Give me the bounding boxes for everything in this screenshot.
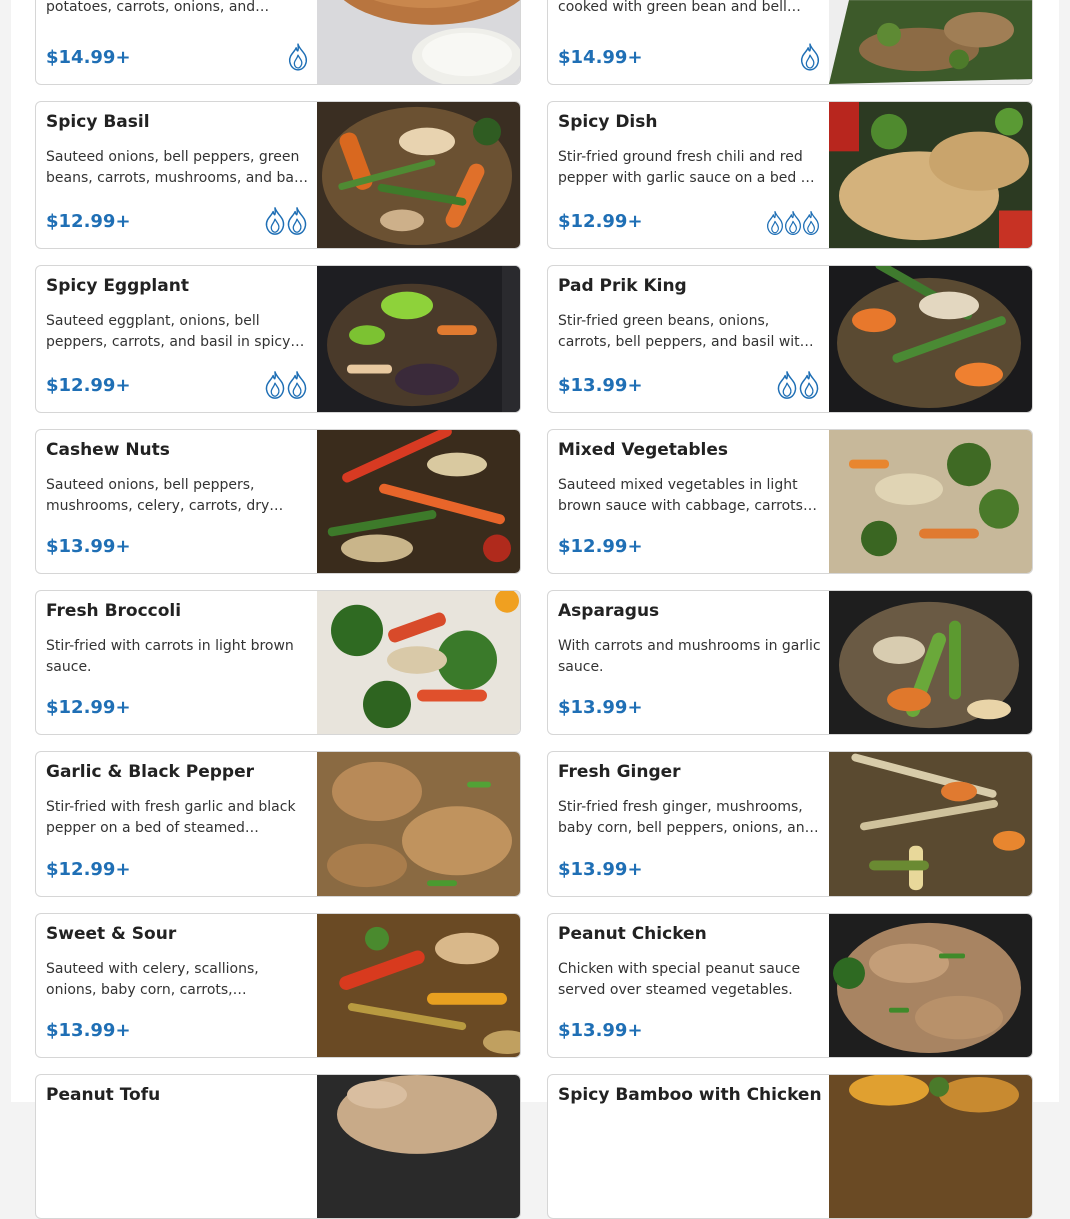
- item-description: With carrots and mushrooms in garlic sau…: [558, 638, 821, 675]
- item-description: Stir-fried green beans, onions, carrots,…: [558, 313, 814, 350]
- item-description: Sauteed with celery, scallions, onions, …: [46, 961, 259, 998]
- item-title: Peanut Chicken: [558, 924, 707, 944]
- dish-photo: [829, 266, 1032, 412]
- chili-flame-icon: [802, 210, 819, 236]
- menu-item-card[interactable]: Spicy Dish Stir-fried ground fresh chili…: [547, 101, 1033, 249]
- item-price: $12.99+: [46, 211, 131, 232]
- dish-photo: [317, 591, 520, 734]
- item-title: Spicy Eggplant: [46, 276, 189, 296]
- item-title: Mixed Vegetables: [558, 440, 729, 460]
- item-title: Pad Prik King: [558, 276, 687, 296]
- item-price: $13.99+: [46, 1020, 131, 1041]
- item-price: $14.99+: [558, 47, 643, 68]
- item-title: Fresh Ginger: [558, 762, 681, 782]
- item-price: $12.99+: [46, 697, 131, 718]
- chili-flame-icon: [784, 210, 801, 236]
- item-description: cooked with green bean and bell…: [558, 0, 801, 15]
- menu-item-card[interactable]: Cashew Nuts Sauteed onions, bell peppers…: [35, 429, 521, 574]
- spice-level: [265, 206, 309, 236]
- menu-item-card[interactable]: Garlic & Black Pepper Stir-fried with fr…: [35, 751, 521, 897]
- dish-photo: [317, 0, 520, 84]
- chili-flame-icon: [800, 43, 819, 71]
- item-price: $12.99+: [558, 211, 643, 232]
- menu-item-card[interactable]: Spicy Eggplant Sauteed eggplant, onions,…: [35, 265, 521, 413]
- dish-photo: [829, 1075, 1032, 1218]
- dish-photo: [829, 752, 1032, 896]
- spice-level: [766, 206, 821, 236]
- item-description: Stir-fried ground fresh chili and red pe…: [558, 149, 815, 186]
- spice-level: [288, 42, 309, 72]
- dish-photo: [317, 1075, 520, 1218]
- item-description: Stir-fried fresh ginger, mushrooms, baby…: [558, 799, 819, 836]
- item-price: $12.99+: [46, 375, 131, 396]
- dish-photo: [829, 591, 1032, 734]
- item-price: $13.99+: [558, 697, 643, 718]
- item-description: Sauteed onions, bell peppers, green bean…: [46, 149, 308, 186]
- item-title: Sweet & Sour: [46, 924, 177, 944]
- spice-level: [800, 42, 821, 72]
- menu-item-card[interactable]: Sweet & Sour Sauteed with celery, scalli…: [35, 913, 521, 1058]
- chili-flame-icon: [777, 371, 797, 399]
- item-title: Fresh Broccoli: [46, 601, 182, 621]
- menu-item-card[interactable]: Spicy Bamboo with Chicken: [547, 1074, 1033, 1219]
- menu-item-card[interactable]: Peanut Tofu: [35, 1074, 521, 1219]
- item-title: Spicy Basil: [46, 112, 150, 132]
- item-title: Spicy Dish: [558, 112, 658, 132]
- item-title: Garlic & Black Pepper: [46, 762, 255, 782]
- item-description: Stir-fried with carrots in light brown s…: [46, 638, 294, 675]
- dish-photo: [829, 914, 1032, 1057]
- item-title: Asparagus: [558, 601, 660, 621]
- item-description: Sauteed onions, bell peppers, mushrooms,…: [46, 477, 284, 514]
- menu-item-card[interactable]: Asparagus With carrots and mushrooms in …: [547, 590, 1033, 735]
- dish-photo: [317, 752, 520, 896]
- chili-flame-icon: [287, 207, 307, 235]
- item-description: Sauteed mixed vegetables in light brown …: [558, 477, 817, 514]
- item-price: $13.99+: [558, 375, 643, 396]
- menu-item-card[interactable]: Peanut Chicken Chicken with special pean…: [547, 913, 1033, 1058]
- spice-level: [777, 370, 821, 400]
- item-price: $12.99+: [46, 859, 131, 880]
- menu-page: potatoes, carrots, onions, and… $14.99+ …: [11, 0, 1059, 1219]
- menu-item-card[interactable]: Spicy Basil Sauteed onions, bell peppers…: [35, 101, 521, 249]
- spice-level: [265, 370, 309, 400]
- item-description: Stir-fried with fresh garlic and black p…: [46, 799, 296, 836]
- menu-item-card[interactable]: cooked with green bean and bell… $14.99+: [547, 0, 1033, 85]
- item-title: Peanut Tofu: [46, 1085, 161, 1105]
- item-price: $13.99+: [46, 536, 131, 557]
- dish-photo: [829, 430, 1032, 573]
- chili-flame-icon: [288, 43, 307, 71]
- item-price: $12.99+: [558, 536, 643, 557]
- menu-item-card[interactable]: Fresh Ginger Stir-fried fresh ginger, mu…: [547, 751, 1033, 897]
- chili-flame-icon: [766, 210, 783, 236]
- item-title: Spicy Bamboo with Chicken: [558, 1085, 822, 1105]
- item-title: Cashew Nuts: [46, 440, 170, 460]
- chili-flame-icon: [799, 371, 819, 399]
- item-description: potatoes, carrots, onions, and…: [46, 0, 270, 15]
- item-description: Chicken with special peanut sauce served…: [558, 961, 801, 998]
- dish-photo: [317, 914, 520, 1057]
- menu-item-card[interactable]: Fresh Broccoli Stir-fried with carrots i…: [35, 590, 521, 735]
- chili-flame-icon: [265, 371, 285, 399]
- item-price: $13.99+: [558, 1020, 643, 1041]
- item-price: $14.99+: [46, 47, 131, 68]
- item-price: $13.99+: [558, 859, 643, 880]
- chili-flame-icon: [287, 371, 307, 399]
- dish-photo: [829, 102, 1032, 248]
- dish-photo: [317, 430, 520, 573]
- chili-flame-icon: [265, 207, 285, 235]
- menu-item-card[interactable]: potatoes, carrots, onions, and… $14.99+: [35, 0, 521, 85]
- dish-photo: [317, 266, 520, 412]
- menu-item-card[interactable]: Pad Prik King Stir-fried green beans, on…: [547, 265, 1033, 413]
- menu-item-card[interactable]: Mixed Vegetables Sauteed mixed vegetable…: [547, 429, 1033, 574]
- dish-photo: [317, 102, 520, 248]
- dish-photo: [829, 0, 1032, 84]
- item-description: Sauteed eggplant, onions, bell peppers, …: [46, 313, 305, 350]
